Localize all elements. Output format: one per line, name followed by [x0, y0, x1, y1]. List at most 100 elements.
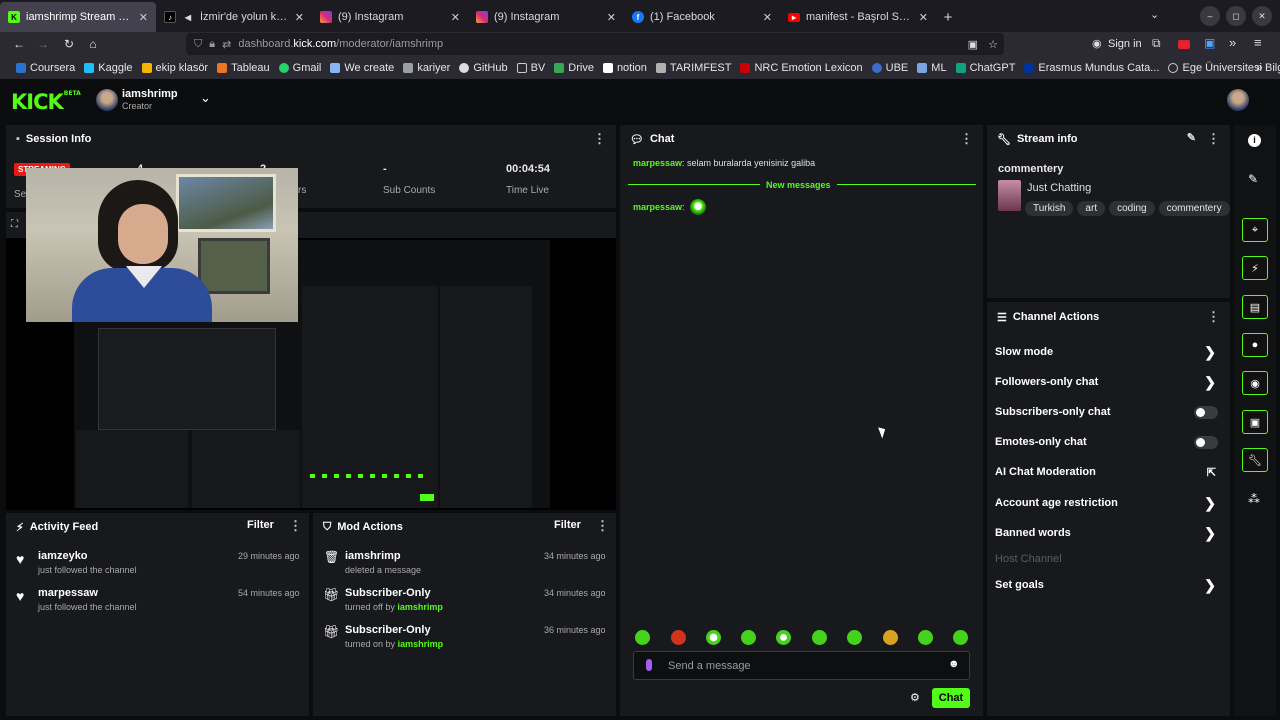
- bookmark-chatgpt[interactable]: ChatGPT: [955, 62, 1015, 74]
- tab-tiktok[interactable]: ♪ ◀ İzmir'de yolun karşısın ✕: [156, 2, 312, 32]
- bookmark-ege-universitesi[interactable]: Ege Üniversitesi Bilgi ...: [1168, 62, 1280, 74]
- tag-pill[interactable]: coding: [1109, 201, 1155, 216]
- emote-button[interactable]: [847, 630, 862, 645]
- emote-button[interactable]: [671, 630, 686, 645]
- bookmark-coursera[interactable]: Coursera: [16, 62, 75, 74]
- action-banned-words[interactable]: Banned words ❯: [995, 522, 1220, 544]
- chat-menu-icon[interactable]: ⋮: [960, 131, 973, 147]
- chat-username[interactable]: marpessaw: [633, 158, 682, 168]
- action-account-age[interactable]: Account age restriction ❯: [995, 492, 1220, 514]
- bookmark-nrc-emotion-lexicon[interactable]: NRC Emotion Lexicon: [740, 62, 863, 74]
- bookmark-we-create[interactable]: We create: [330, 62, 394, 74]
- emote-button[interactable]: [812, 630, 827, 645]
- subscribers-only-toggle[interactable]: [1194, 405, 1218, 419]
- tab-instagram-1[interactable]: (9) Instagram ✕: [312, 2, 468, 32]
- more-tools-icon[interactable]: »: [1229, 35, 1236, 50]
- user-avatar[interactable]: [1227, 89, 1249, 111]
- bookmark-ube[interactable]: UBE: [871, 62, 908, 74]
- channel-avatar[interactable]: [96, 89, 118, 111]
- bookmark-tableau[interactable]: Tableau: [217, 62, 270, 74]
- close-window-icon[interactable]: ✕: [1252, 6, 1272, 26]
- action-ai-chat-moderation[interactable]: AI Chat Moderation ⇱: [995, 461, 1220, 483]
- emotes-only-toggle[interactable]: [1194, 435, 1218, 449]
- bookmark-github[interactable]: GitHub: [459, 62, 508, 74]
- edit-pencil-icon[interactable]: ✎: [1187, 131, 1196, 144]
- sidebar-icon[interactable]: ▣: [1204, 36, 1215, 50]
- tab-kick-stream[interactable]: K iamshrimp Stream - Kick D ✕: [0, 2, 156, 32]
- channel-switch-chevron-icon[interactable]: ⌄: [200, 90, 211, 106]
- stream-info-menu-icon[interactable]: ⋮: [1207, 131, 1220, 147]
- extensions-icon[interactable]: ⧉: [1152, 36, 1161, 51]
- url-bar[interactable]: ⛉ 🔒︎ ⇄ dashboard.kick.com/moderator/iams…: [186, 33, 1004, 55]
- tag-pill[interactable]: commentery: [1158, 201, 1230, 216]
- menu-icon[interactable]: ≡: [1254, 35, 1262, 50]
- permissions-icon[interactable]: ⇄: [222, 38, 231, 51]
- lock-icon[interactable]: 🔒︎: [209, 38, 215, 51]
- close-tab-icon[interactable]: ✕: [295, 11, 304, 24]
- action-set-goals[interactable]: Set goals ❯: [995, 574, 1220, 596]
- channel-actions-menu-icon[interactable]: ⋮: [1207, 309, 1220, 325]
- tab-facebook[interactable]: f (1) Facebook ✕: [624, 2, 780, 32]
- bookmark-tarimfest[interactable]: TARIMFEST: [655, 62, 731, 74]
- reader-view-icon[interactable]: ▣: [968, 38, 978, 51]
- emote-button[interactable]: [883, 630, 898, 645]
- sign-in-link[interactable]: Sign in: [1108, 38, 1142, 50]
- action-slow-mode[interactable]: Slow mode ❯: [995, 341, 1220, 363]
- extension-red-icon[interactable]: [1178, 40, 1190, 49]
- emote-button[interactable]: [776, 630, 791, 645]
- tab-instagram-2[interactable]: (9) Instagram ✕: [468, 2, 624, 32]
- mod-filter-button[interactable]: Filter: [554, 519, 581, 531]
- emoji-picker-icon[interactable]: ☻: [948, 658, 960, 670]
- new-tab-button[interactable]: +: [936, 2, 960, 32]
- chat-bubble-icon[interactable]: ●: [1242, 333, 1268, 357]
- close-tab-icon[interactable]: ✕: [139, 11, 148, 24]
- home-icon[interactable]: ⌂: [81, 33, 105, 55]
- back-icon[interactable]: ←: [7, 33, 31, 55]
- info-icon[interactable]: i: [1248, 134, 1261, 147]
- mod-menu-icon[interactable]: ⋮: [596, 518, 609, 534]
- expand-preview-icon[interactable]: ⛶: [11, 219, 18, 230]
- chat-send-button[interactable]: Chat: [932, 688, 970, 708]
- bookmark-gmail[interactable]: Gmail: [278, 62, 321, 74]
- emote-button[interactable]: [635, 630, 650, 645]
- bookmark-kariyer[interactable]: kariyer: [403, 62, 450, 74]
- video-player-icon[interactable]: ▣: [1242, 410, 1268, 434]
- bookmark-ml[interactable]: ML: [917, 62, 947, 74]
- tab-list-icon[interactable]: ⌄: [1150, 8, 1159, 21]
- bookmark-kaggle[interactable]: Kaggle: [84, 62, 133, 74]
- forward-icon[interactable]: →: [31, 33, 55, 55]
- focus-icon[interactable]: ⌖: [1242, 218, 1268, 242]
- chat-username[interactable]: marpessaw: [633, 202, 682, 212]
- category-name[interactable]: Just Chatting: [1027, 182, 1091, 194]
- close-tab-icon[interactable]: ✕: [919, 11, 928, 24]
- bookmark-star-icon[interactable]: ☆: [988, 38, 998, 51]
- maximize-icon[interactable]: ◻: [1226, 6, 1246, 26]
- broadcast-icon[interactable]: ◉: [1242, 371, 1268, 395]
- bookmark-notion[interactable]: notion: [602, 62, 647, 74]
- document-icon[interactable]: ▤: [1242, 295, 1268, 319]
- close-tab-icon[interactable]: ✕: [763, 11, 772, 24]
- reload-icon[interactable]: ↻: [57, 33, 81, 55]
- action-followers-only[interactable]: Followers-only chat ❯: [995, 371, 1220, 393]
- bookmark-drive[interactable]: Drive: [554, 62, 594, 74]
- microphone-icon[interactable]: [646, 659, 652, 671]
- bookmark-bv[interactable]: BV: [516, 62, 545, 74]
- minimize-icon[interactable]: –: [1200, 6, 1220, 26]
- emote-button[interactable]: [706, 630, 721, 645]
- bookmark-ekip-klasor[interactable]: ekip klasör: [141, 62, 208, 74]
- session-info-menu-icon[interactable]: ⋮: [593, 131, 606, 147]
- add-widget-icon[interactable]: ⁂: [1248, 492, 1260, 506]
- chat-settings-icon[interactable]: ⚙: [910, 691, 920, 704]
- tab-youtube[interactable]: ▸ manifest - Başrol Sensin | ✕: [780, 2, 936, 32]
- more-bookmarks-icon[interactable]: »: [1256, 60, 1263, 74]
- kick-logo[interactable]: KICKBETA: [11, 90, 81, 114]
- bookmark-erasmus[interactable]: Erasmus Mundus Cata...: [1024, 62, 1159, 74]
- edit-layout-icon[interactable]: ✎: [1248, 172, 1258, 186]
- activity-menu-icon[interactable]: ⋮: [289, 518, 302, 534]
- tag-pill[interactable]: Turkish: [1025, 201, 1074, 216]
- emote-button[interactable]: [953, 630, 968, 645]
- tag-pill[interactable]: art: [1077, 201, 1106, 216]
- account-icon[interactable]: ◉: [1092, 37, 1102, 50]
- emote-button[interactable]: [741, 630, 756, 645]
- lightning-icon[interactable]: ⚡︎: [1242, 256, 1268, 280]
